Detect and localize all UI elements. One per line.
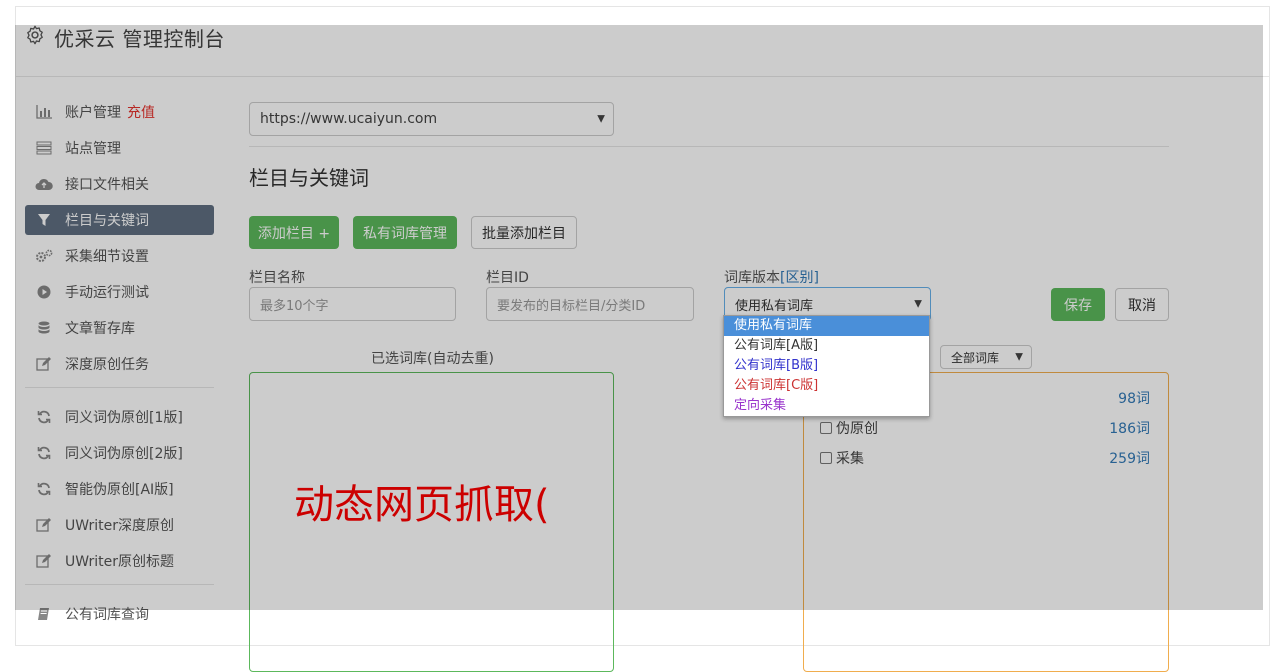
column-name-label: 栏目名称 xyxy=(249,270,305,286)
sidebar-item-label: 站点管理 xyxy=(65,141,121,157)
edit-icon xyxy=(35,356,53,372)
sidebar-item-label: 同义词伪原创[1版] xyxy=(65,410,183,426)
play-circle-icon xyxy=(35,284,53,300)
lib-count: 259词 xyxy=(1109,451,1150,467)
sidebar-item-article-store[interactable]: 文章暂存库 xyxy=(25,313,214,343)
sidebar-item-label: 栏目与关键词 xyxy=(65,213,149,229)
header: 优采云 管理控制台 xyxy=(16,7,1269,77)
lib-diff-link[interactable]: [区别] xyxy=(780,270,819,286)
sidebar-item-sites[interactable]: 站点管理 xyxy=(25,133,214,163)
site-select-value: https://www.ucaiyun.com xyxy=(260,111,438,127)
sidebar-item-public-lib[interactable]: 公有词库查询 xyxy=(25,599,214,629)
column-name-input[interactable]: 最多10个字 xyxy=(249,287,456,321)
lib-name: 采集 xyxy=(836,451,864,467)
sidebar-item-uwriter-title[interactable]: UWriter原创标题 xyxy=(25,546,214,576)
sidebar-item-manual-run[interactable]: 手动运行测试 xyxy=(25,277,214,307)
sidebar-item-label: 深度原创任务 xyxy=(65,357,149,373)
sidebar-item-label: UWriter深度原创 xyxy=(65,518,174,534)
chevron-down-icon: ▼ xyxy=(1015,351,1023,363)
lib-version-value: 使用私有词库 xyxy=(735,298,814,314)
refresh-icon xyxy=(35,481,53,497)
sidebar-item-label: 采集细节设置 xyxy=(65,249,149,265)
dropdown-option[interactable]: 公有词库[C版] xyxy=(724,376,929,396)
database-icon xyxy=(35,320,53,336)
dropdown-option[interactable]: 定向采集 xyxy=(724,396,929,416)
lib-name: 伪原创 xyxy=(836,421,878,437)
lib-count: 186词 xyxy=(1109,421,1150,437)
overlay-caption: 动态网页抓取( xyxy=(294,482,550,528)
lib-version-label-text: 词库版本 xyxy=(724,270,780,286)
refresh-icon xyxy=(35,409,53,425)
sidebar-item-collect-settings[interactable]: 采集细节设置 xyxy=(25,241,214,271)
sidebar-item-label: 智能伪原创[AI版] xyxy=(65,482,174,498)
lib-version-dropdown[interactable]: 使用私有词库 公有词库[A版] 公有词库[B版] 公有词库[C版] 定向采集 xyxy=(723,315,930,417)
sidebar-item-deep-original[interactable]: 深度原创任务 xyxy=(25,349,214,379)
gear-icon xyxy=(27,25,43,45)
bar-chart-icon xyxy=(35,104,53,120)
sidebar-item-synonym-2[interactable]: 同义词伪原创[2版] xyxy=(25,438,214,468)
selected-lib-title: 已选词库(自动去重) xyxy=(371,351,494,367)
lib-checkbox[interactable] xyxy=(820,452,832,464)
page-title: 栏目与关键词 xyxy=(249,166,369,190)
batch-add-button[interactable]: 批量添加栏目 xyxy=(471,216,577,249)
sidebar-item-label: 手动运行测试 xyxy=(65,285,149,301)
cloud-upload-icon xyxy=(35,176,53,192)
sidebar-item-columns[interactable]: 栏目与关键词 xyxy=(25,205,214,235)
sidebar: 账户管理 充值 站点管理 接口文件相关 栏目与关键词 采集细节设置 手动运行测试… xyxy=(25,97,214,635)
server-icon xyxy=(35,140,53,156)
add-column-button[interactable]: 添加栏目 + xyxy=(249,216,339,249)
sidebar-item-label: 公有词库查询 xyxy=(65,607,149,623)
console-title: 优采云 管理控制台 xyxy=(54,27,225,51)
lib-version-label: 词库版本[区别] xyxy=(724,267,819,287)
lib-checkbox[interactable] xyxy=(820,422,832,434)
book-icon xyxy=(35,606,53,622)
sidebar-item-account[interactable]: 账户管理 充值 xyxy=(25,97,214,127)
sidebar-item-uwriter-deep[interactable]: UWriter深度原创 xyxy=(25,510,214,540)
cancel-button[interactable]: 取消 xyxy=(1115,288,1169,321)
sidebar-item-label: 账户管理 xyxy=(65,105,121,121)
lib-filter-select[interactable]: 全部词库 ▼ xyxy=(940,345,1032,369)
site-select[interactable]: https://www.ucaiyun.com ▼ xyxy=(249,102,614,136)
available-lib-box: 98词 伪原创 186词 采集 259词 xyxy=(803,372,1169,672)
column-id-label: 栏目ID xyxy=(486,270,529,286)
chevron-down-icon: ▼ xyxy=(597,113,605,125)
sidebar-item-ai-rewrite[interactable]: 智能伪原创[AI版] xyxy=(25,474,214,504)
sidebar-item-label: 文章暂存库 xyxy=(65,321,135,337)
sidebar-divider xyxy=(25,584,214,585)
column-id-input[interactable]: 要发布的目标栏目/分类ID xyxy=(486,287,694,321)
private-lib-button[interactable]: 私有词库管理 xyxy=(353,216,457,249)
refresh-icon xyxy=(35,445,53,461)
dropdown-option[interactable]: 公有词库[A版] xyxy=(724,336,929,356)
lib-count: 98词 xyxy=(1118,391,1150,407)
filter-icon xyxy=(35,212,53,228)
sidebar-item-label: 接口文件相关 xyxy=(65,177,149,193)
save-button[interactable]: 保存 xyxy=(1051,288,1105,321)
sidebar-item-synonym-1[interactable]: 同义词伪原创[1版] xyxy=(25,402,214,432)
gears-icon xyxy=(35,248,53,264)
edit-icon xyxy=(35,517,53,533)
lib-row[interactable]: 伪原创 186词 xyxy=(820,417,1150,439)
sidebar-item-interface[interactable]: 接口文件相关 xyxy=(25,169,214,199)
lib-filter-value: 全部词库 xyxy=(951,350,1000,365)
chevron-down-icon: ▼ xyxy=(914,298,922,310)
sidebar-item-label: 同义词伪原创[2版] xyxy=(65,446,183,462)
lib-row[interactable]: 采集 259词 xyxy=(820,447,1150,469)
section-divider xyxy=(249,146,1169,147)
recharge-link[interactable]: 充值 xyxy=(127,102,155,122)
sidebar-item-label: UWriter原创标题 xyxy=(65,554,174,570)
dropdown-option[interactable]: 公有词库[B版] xyxy=(724,356,929,376)
dropdown-option[interactable]: 使用私有词库 xyxy=(724,316,929,336)
sidebar-divider xyxy=(25,387,214,388)
edit-icon xyxy=(35,553,53,569)
console-page: 优采云 管理控制台 账户管理 充值 站点管理 接口文件相关 栏目与关键词 采集细… xyxy=(15,6,1270,672)
